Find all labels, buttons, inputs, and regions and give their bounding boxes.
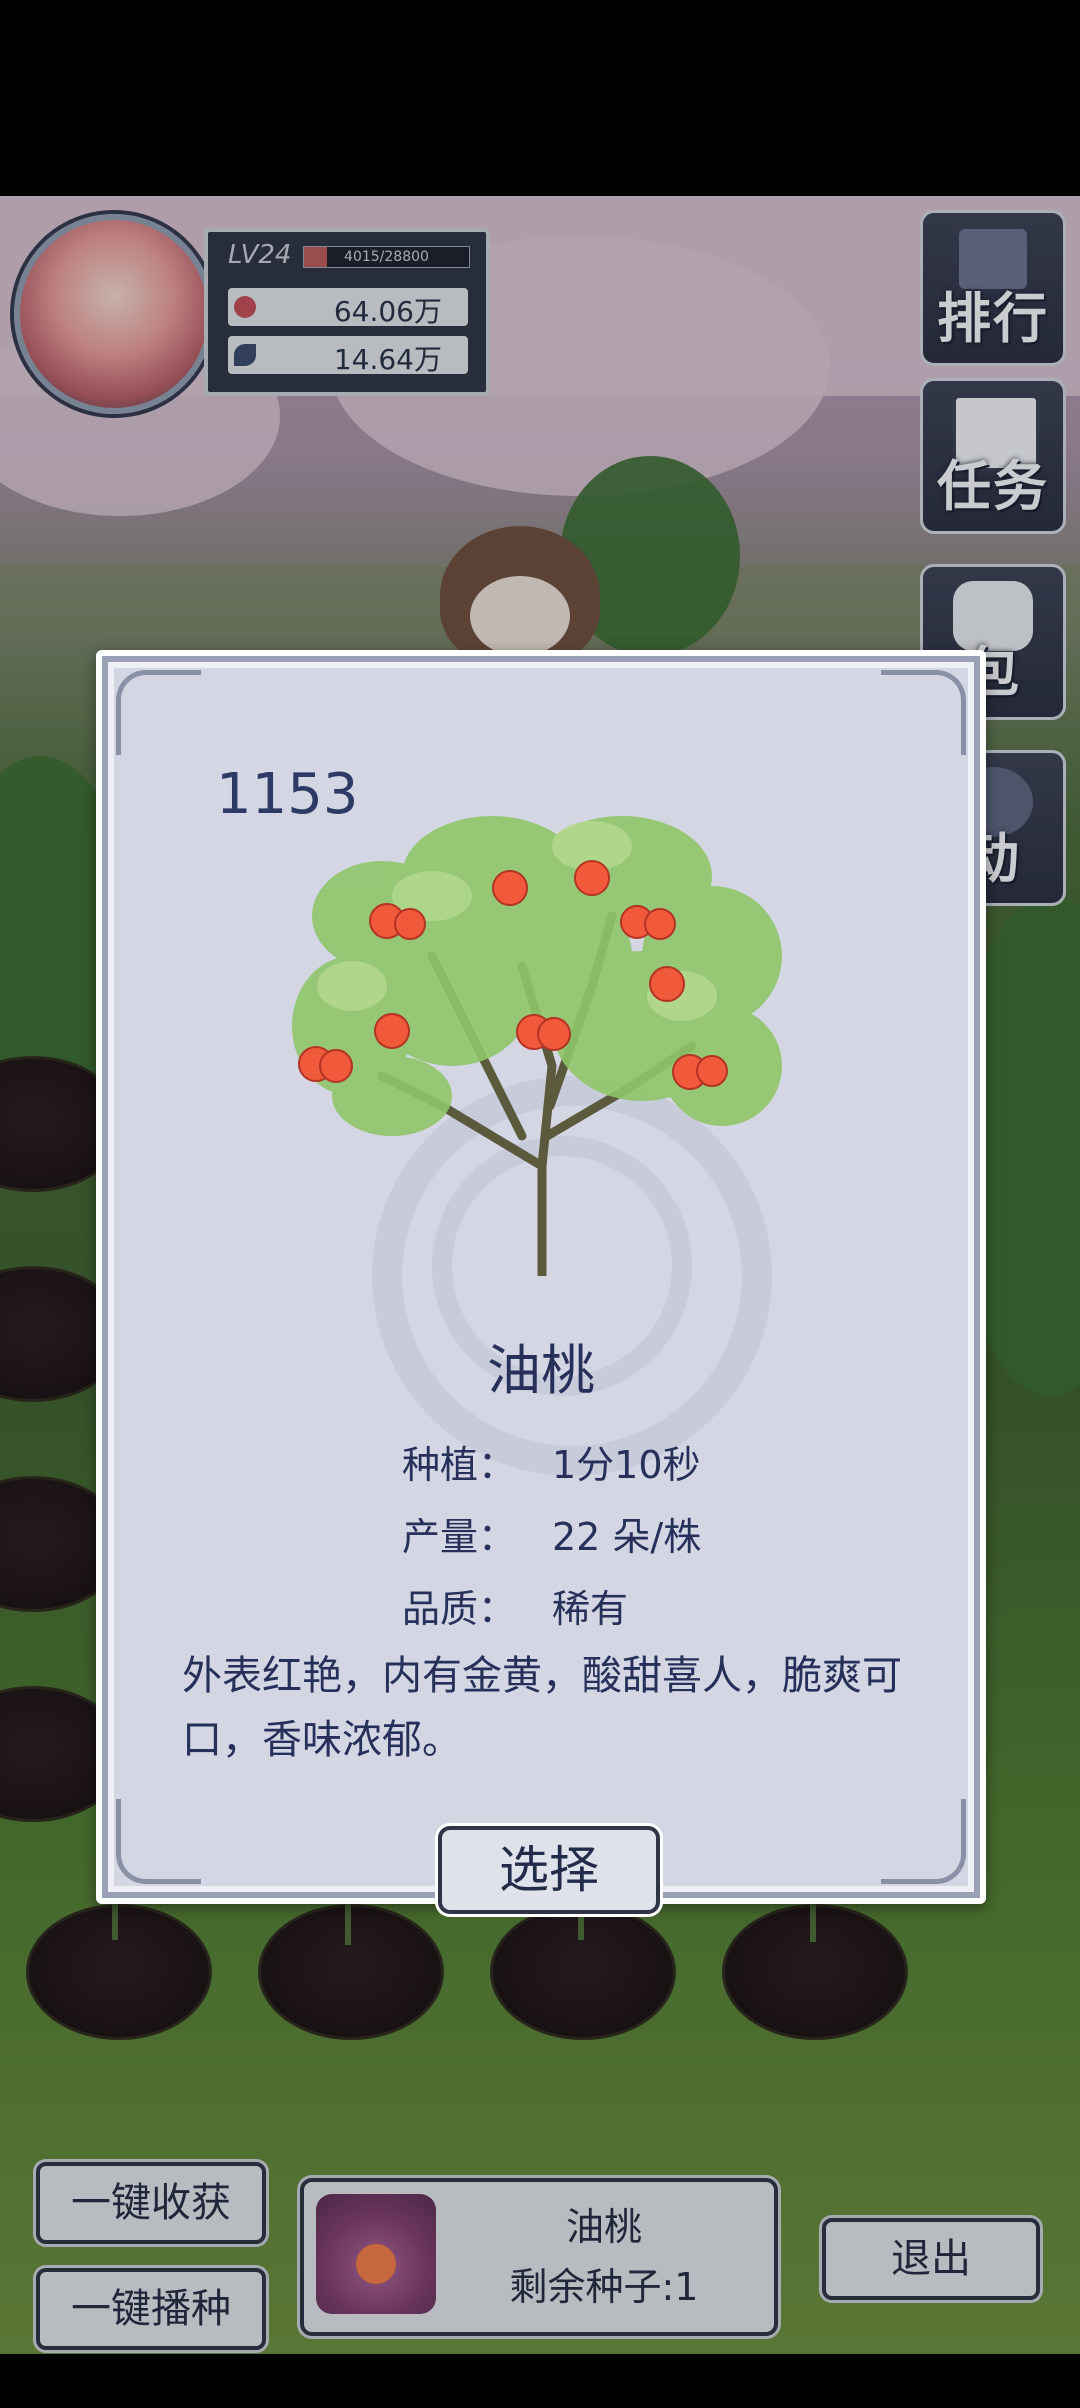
plant-info-dialog: 1153 油桃 种植： 1分10秒 产量： 22 朵/株 品质： 稀有 外表红艳…	[96, 650, 986, 1914]
plant-name: 油桃	[487, 1339, 595, 1402]
quality-value: 稀有	[552, 1587, 629, 1631]
yield-row: 产量： 22 朵/株	[402, 1506, 701, 1561]
frame-corner-ornament	[881, 1799, 966, 1884]
select-label: 选择	[499, 1841, 599, 1899]
yield-label: 产量：	[402, 1515, 517, 1559]
frame-corner-ornament	[116, 1799, 201, 1884]
select-button[interactable]: 选择	[438, 1826, 660, 1914]
planting-time-value: 1分10秒	[552, 1443, 701, 1487]
nectarine-tree-image	[292, 816, 782, 1276]
planting-time-row: 种植： 1分10秒	[402, 1434, 701, 1489]
frame-corner-ornament	[116, 670, 201, 755]
yield-value: 22 朵/株	[552, 1515, 702, 1559]
plant-description: 外表红艳，内有金黄，酸甜喜人，脆爽可口，香味浓郁。	[182, 1653, 902, 1763]
planting-time-label: 种植：	[402, 1443, 517, 1487]
quality-label: 品质：	[402, 1587, 517, 1631]
quality-row: 品质： 稀有	[402, 1578, 628, 1633]
frame-corner-ornament	[881, 670, 966, 755]
